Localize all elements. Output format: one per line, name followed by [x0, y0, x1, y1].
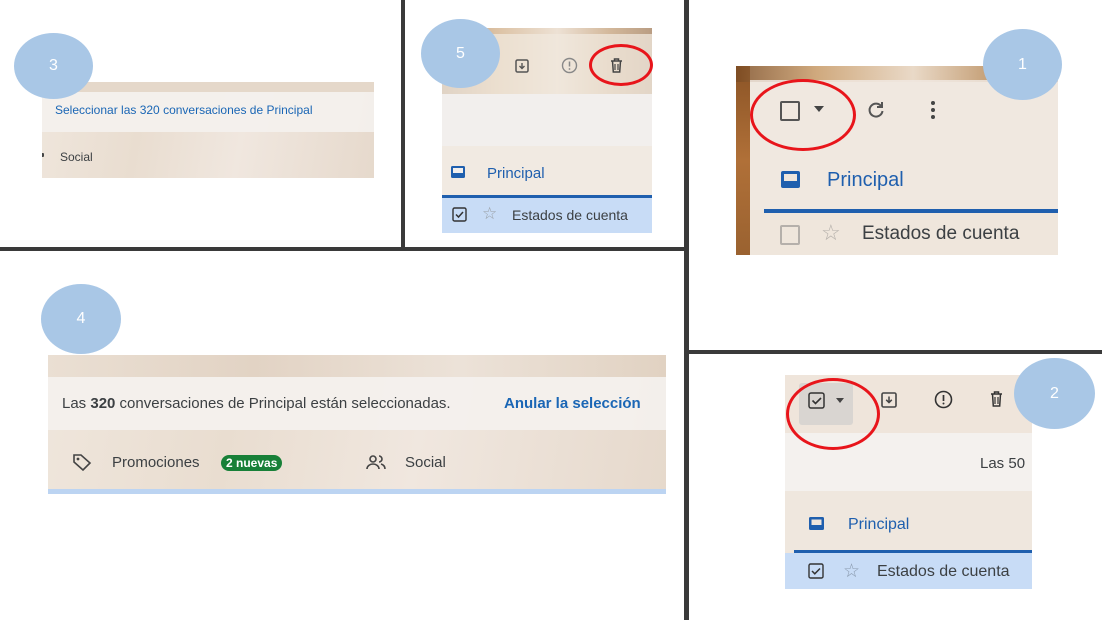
- more-vert-icon[interactable]: [930, 100, 936, 120]
- new-count-badge: 2 nuevas: [221, 455, 283, 471]
- step-4-marker: 4: [41, 284, 121, 354]
- divider-main-v: [684, 0, 689, 620]
- selection-count-partial: Las 50: [980, 455, 1026, 472]
- checkbox-icon[interactable]: [452, 207, 467, 222]
- people-icon: [42, 153, 44, 157]
- tab-promociones[interactable]: Promociones: [112, 454, 200, 471]
- star-icon[interactable]: ☆: [843, 560, 860, 583]
- inbox-icon: [808, 516, 825, 531]
- tab-principal[interactable]: Principal: [848, 516, 909, 534]
- label-tag-icon: [72, 453, 92, 471]
- panel-3-screenshot: Seleccionar las 320 conversaciones de Pr…: [42, 82, 374, 178]
- people-icon: [366, 454, 386, 470]
- tabs-underline: [48, 489, 666, 494]
- archive-icon[interactable]: [880, 391, 898, 409]
- selection-count: 320: [90, 395, 116, 412]
- divider-right-h: [687, 350, 1102, 354]
- tab-social[interactable]: Social: [60, 150, 93, 164]
- email-sender: Estados de cuenta: [862, 223, 1020, 244]
- report-spam-icon[interactable]: [934, 390, 953, 409]
- row-checkbox-icon[interactable]: [808, 563, 824, 579]
- tab-principal[interactable]: Principal: [827, 169, 904, 192]
- tab-social[interactable]: Social: [405, 454, 446, 471]
- tab-principal[interactable]: Principal: [487, 165, 545, 182]
- email-sender: Estados de cuenta: [877, 563, 1010, 580]
- star-icon[interactable]: ☆: [482, 204, 497, 224]
- step-2-marker: 2: [1014, 358, 1095, 429]
- inbox-icon: [450, 165, 466, 179]
- divider-top-h: [0, 247, 687, 251]
- selection-suffix: conversaciones de Principal están selecc…: [115, 395, 451, 412]
- selection-prefix: Las: [62, 395, 91, 412]
- row-checkbox[interactable]: [780, 225, 800, 245]
- red-annotation-checkbox: [786, 378, 880, 450]
- report-spam-icon[interactable]: [561, 57, 578, 74]
- divider-top-v1: [401, 0, 405, 250]
- inbox-icon: [780, 170, 801, 189]
- red-annotation-delete: [589, 44, 653, 86]
- star-icon[interactable]: ☆: [821, 220, 841, 246]
- red-annotation-select: [750, 79, 856, 151]
- step-1-marker: 1: [983, 29, 1062, 100]
- step-5-marker: 5: [421, 19, 500, 88]
- selection-message: Las 320 conversaciones de Principal está…: [62, 395, 451, 412]
- undo-selection-link[interactable]: Anular la selección: [504, 395, 641, 412]
- panel-4-screenshot: Las 320 conversaciones de Principal está…: [48, 355, 666, 494]
- select-all-link[interactable]: Seleccionar las 320 conversaciones de Pr…: [55, 103, 312, 117]
- refresh-icon[interactable]: [866, 100, 886, 120]
- archive-icon[interactable]: [514, 58, 530, 74]
- active-tab-underline: [764, 209, 1058, 213]
- delete-icon[interactable]: [989, 390, 1004, 408]
- email-sender: Estados de cuenta: [512, 207, 628, 223]
- step-3-marker: 3: [14, 33, 93, 99]
